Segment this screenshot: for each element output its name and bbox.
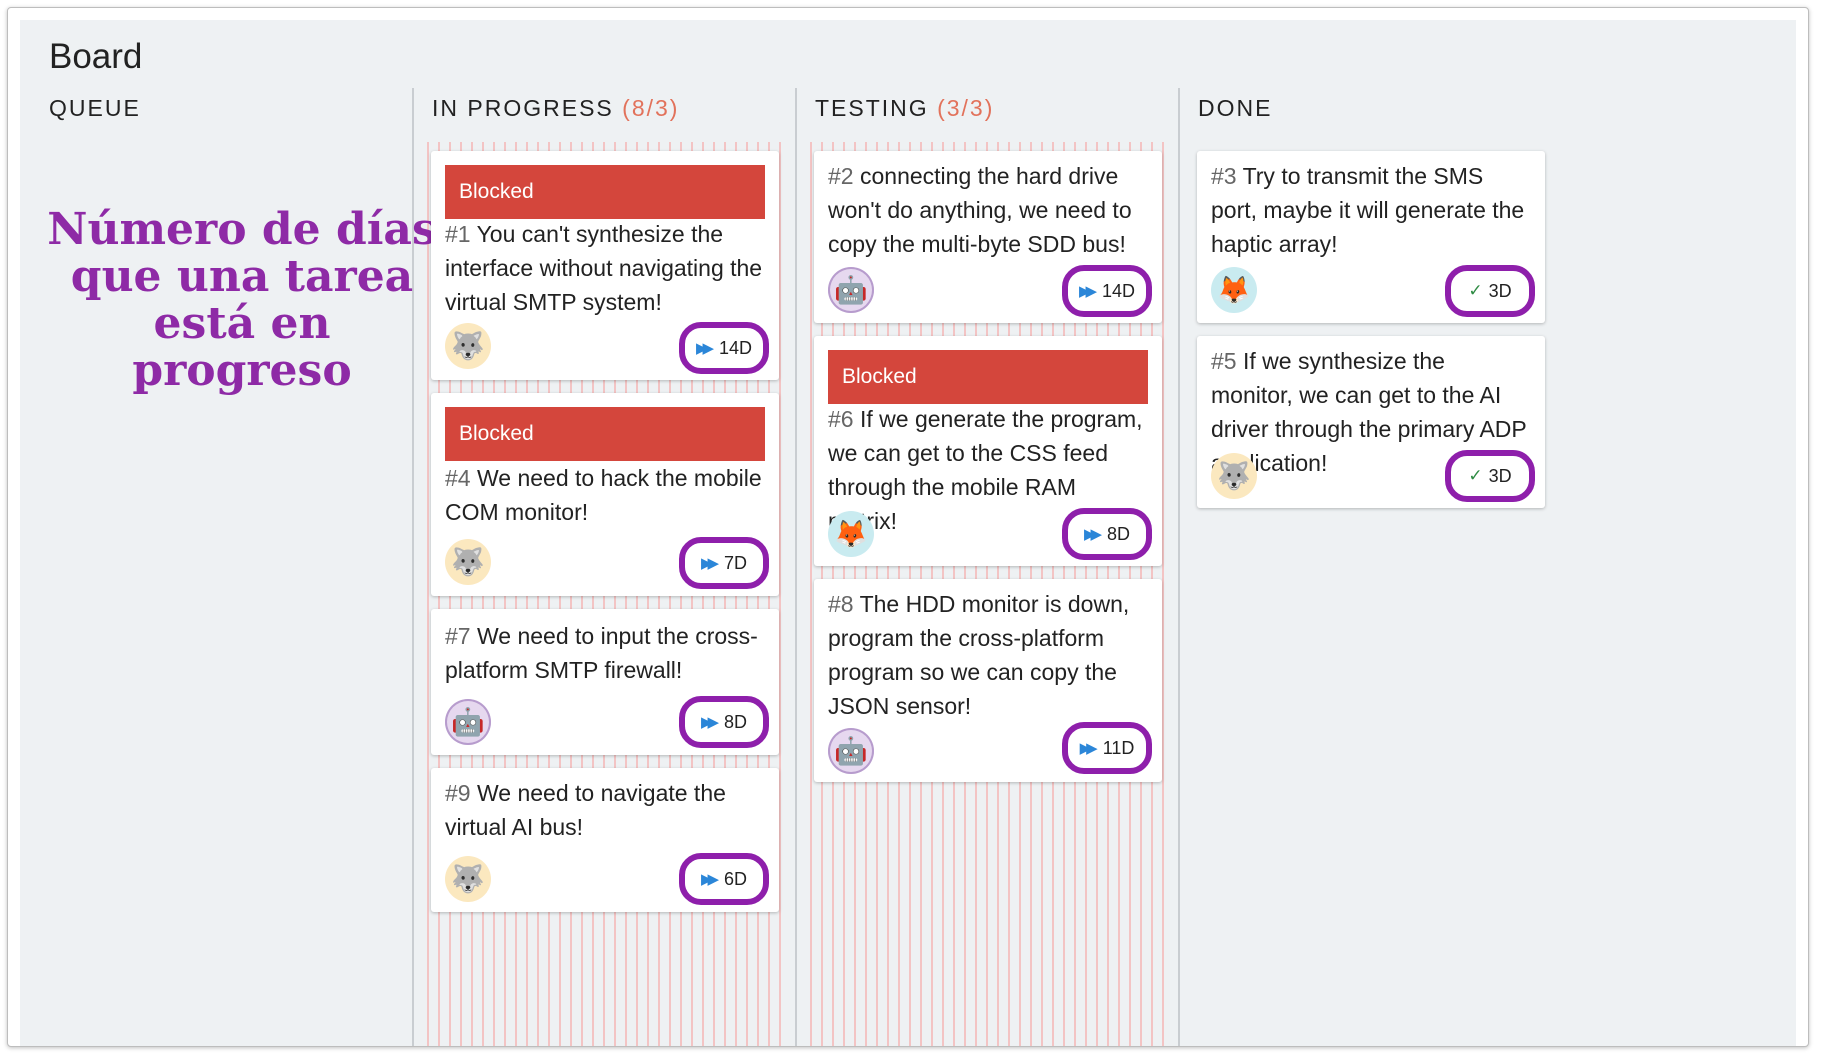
task-text: The HDD monitor is down, program the cro… — [828, 591, 1130, 719]
fox-icon[interactable]: 🦊 — [828, 511, 874, 557]
column-label: DONE — [1198, 95, 1273, 121]
days-in-progress-badge: ▶▶ 14D — [1062, 265, 1152, 317]
robot-icon[interactable]: 🤖 — [445, 699, 491, 745]
days-in-progress-badge: ▶▶ 7D — [679, 537, 769, 589]
fox-icon[interactable]: 🦊 — [1211, 267, 1257, 313]
task-card-5[interactable]: #5 If we synthesize the monitor, we can … — [1197, 336, 1545, 508]
task-card-7[interactable]: #7 We need to input the cross-platform S… — [431, 609, 779, 755]
task-card-1[interactable]: Blocked #1 You can't synthesize the inte… — [431, 151, 779, 380]
task-number: #1 — [445, 221, 471, 247]
task-card-2[interactable]: #2 connecting the hard drive won't do an… — [814, 151, 1162, 323]
annotation-line: está en progreso — [132, 298, 352, 396]
annotation-line: Número de días — [47, 204, 437, 255]
wolf-icon[interactable]: 🐺 — [445, 856, 491, 902]
task-text: connecting the hard drive won't do anyth… — [828, 163, 1132, 257]
task-card-3[interactable]: #3 Try to transmit the SMS port, maybe i… — [1197, 151, 1545, 323]
column-label: QUEUE — [49, 95, 141, 121]
task-description: #9 We need to navigate the virtual AI bu… — [445, 776, 765, 844]
days-value: 8D — [724, 711, 748, 732]
days-value: 3D — [1488, 465, 1512, 486]
annotation-line: que una tarea — [70, 251, 414, 302]
days-value: 14D — [1102, 280, 1136, 301]
task-card-4[interactable]: Blocked #4 We need to hack the mobile CO… — [431, 393, 779, 596]
column-divider — [795, 88, 797, 1046]
fast-forward-icon: ▶▶ — [700, 871, 719, 888]
task-description: #3 Try to transmit the SMS port, maybe i… — [1211, 159, 1531, 261]
task-number: #5 — [1211, 348, 1237, 374]
task-description: #7 We need to input the cross-platform S… — [445, 619, 765, 687]
column-divider — [1178, 88, 1180, 1046]
task-text: You can't synthesize the interface witho… — [445, 221, 763, 315]
task-description: #8 The HDD monitor is down, program the … — [828, 587, 1148, 723]
days-value: 8D — [1107, 523, 1131, 544]
wolf-icon[interactable]: 🐺 — [1211, 453, 1257, 499]
task-number: #2 — [828, 163, 854, 189]
task-text: We need to navigate the virtual AI bus! — [445, 780, 726, 840]
days-value: 6D — [724, 868, 748, 889]
blocked-banner: Blocked — [445, 407, 765, 461]
days-in-progress-badge: ▶▶ 11D — [1062, 722, 1152, 774]
column-label: TESTING — [815, 95, 929, 121]
days-value: 14D — [719, 337, 753, 358]
board: Board QUEUE IN PROGRESS (8/3) TESTING (3… — [20, 20, 1796, 1046]
days-in-progress-badge: ▶▶ 14D — [679, 322, 769, 374]
annotation-text: Número de días que una tarea está en pro… — [42, 206, 442, 394]
check-icon: ✓ — [1468, 466, 1483, 485]
task-number: #4 — [445, 465, 471, 491]
task-description: #1 You can't synthesize the interface wi… — [445, 217, 765, 319]
fast-forward-icon: ▶▶ — [1079, 740, 1098, 757]
fast-forward-icon: ▶▶ — [700, 555, 719, 572]
task-card-6[interactable]: Blocked #6 If we generate the program, w… — [814, 336, 1162, 566]
column-header-queue: QUEUE — [49, 95, 141, 122]
days-value: 3D — [1488, 280, 1512, 301]
check-icon: ✓ — [1468, 281, 1483, 300]
blocked-banner: Blocked — [828, 350, 1148, 404]
wolf-icon[interactable]: 🐺 — [445, 323, 491, 369]
fast-forward-icon: ▶▶ — [700, 714, 719, 731]
task-card-9[interactable]: #9 We need to navigate the virtual AI bu… — [431, 768, 779, 912]
task-text: Try to transmit the SMS port, maybe it w… — [1211, 163, 1525, 257]
task-text: We need to input the cross-platform SMTP… — [445, 623, 758, 683]
task-number: #9 — [445, 780, 471, 806]
task-number: #7 — [445, 623, 471, 649]
task-description: #4 We need to hack the mobile COM monito… — [445, 461, 765, 529]
wolf-icon[interactable]: 🐺 — [445, 539, 491, 585]
column-header-testing: TESTING (3/3) — [815, 95, 994, 122]
app-window: Board QUEUE IN PROGRESS (8/3) TESTING (3… — [7, 7, 1809, 1047]
days-in-progress-badge: ▶▶ 6D — [679, 853, 769, 905]
task-description: #2 connecting the hard drive won't do an… — [828, 159, 1148, 261]
robot-icon[interactable]: 🤖 — [828, 267, 874, 313]
wip-count: (3/3) — [937, 95, 995, 121]
task-card-8[interactable]: #8 The HDD monitor is down, program the … — [814, 579, 1162, 782]
column-label: IN PROGRESS — [432, 95, 614, 121]
column-header-done: DONE — [1198, 95, 1272, 122]
task-number: #6 — [828, 406, 854, 432]
days-done-badge: ✓ 3D — [1445, 450, 1535, 502]
days-in-progress-badge: ▶▶ 8D — [679, 696, 769, 748]
task-text: We need to hack the mobile COM monitor! — [445, 465, 762, 525]
fast-forward-icon: ▶▶ — [1078, 283, 1097, 300]
days-value: 11D — [1102, 737, 1135, 758]
board-title: Board — [49, 37, 143, 76]
robot-icon[interactable]: 🤖 — [828, 728, 874, 774]
task-number: #3 — [1211, 163, 1237, 189]
fast-forward-icon: ▶▶ — [695, 340, 714, 357]
days-done-badge: ✓ 3D — [1445, 265, 1535, 317]
fast-forward-icon: ▶▶ — [1083, 526, 1102, 543]
wip-count: (8/3) — [622, 95, 680, 121]
task-number: #8 — [828, 591, 854, 617]
days-value: 7D — [724, 552, 748, 573]
column-header-in-progress: IN PROGRESS (8/3) — [432, 95, 679, 122]
blocked-banner: Blocked — [445, 165, 765, 219]
days-in-progress-badge: ▶▶ 8D — [1062, 508, 1152, 560]
